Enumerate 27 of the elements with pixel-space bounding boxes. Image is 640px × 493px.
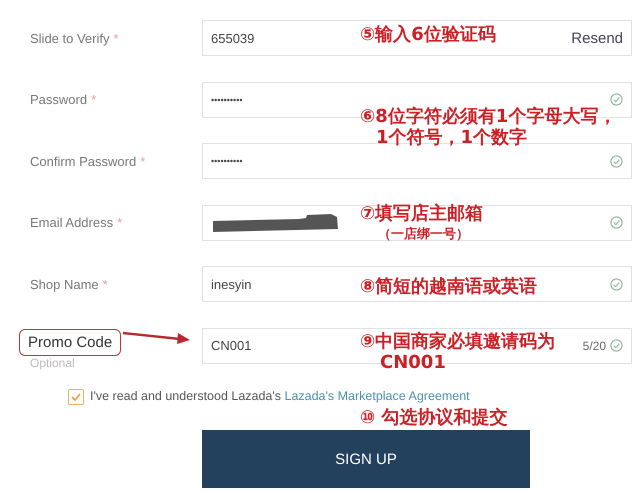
checkbox[interactable] [68, 388, 84, 404]
required-mark: * [91, 92, 96, 107]
agreement-text: I've read and understood Lazada's Lazada's Marketplace Agreement [90, 389, 470, 404]
field-label: Password [30, 92, 88, 107]
annotation-text: ⑤输入6位验证码 [360, 24, 496, 45]
field-label: Email Address [30, 215, 114, 230]
arrow [122, 330, 192, 344]
field-label: Confirm Password [30, 154, 136, 168]
agreement-link[interactable]: Lazada's Marketplace Agreement [284, 389, 470, 403]
annotation-text: ⑦填写店主邮箱 [360, 203, 484, 224]
field-label: Promo Code [19, 329, 122, 356]
annotation-text: ⑧简短的越南语或英语 [360, 276, 538, 297]
input-field[interactable] [202, 204, 632, 240]
resend-link[interactable]: Resend [571, 30, 623, 46]
required-mark: * [117, 215, 122, 230]
required-mark: * [114, 30, 119, 46]
optional-hint: Optional [30, 356, 75, 370]
annotation-text: ⑩ 勾选协议和提交 [360, 407, 508, 428]
sign-up-button[interactable]: SIGN UP [202, 430, 530, 488]
annotation-text: ⑨中国商家必填邀请码为 [360, 331, 556, 352]
field-label: Shop Name [30, 276, 99, 292]
annotation-text: （一店绑一号） [378, 226, 469, 244]
tick-icon [70, 390, 82, 402]
character-counter: 5/20 [582, 338, 606, 352]
required-mark: * [140, 154, 146, 168]
field-label: Slide to Verify [30, 30, 110, 46]
required-mark: * [102, 276, 108, 292]
